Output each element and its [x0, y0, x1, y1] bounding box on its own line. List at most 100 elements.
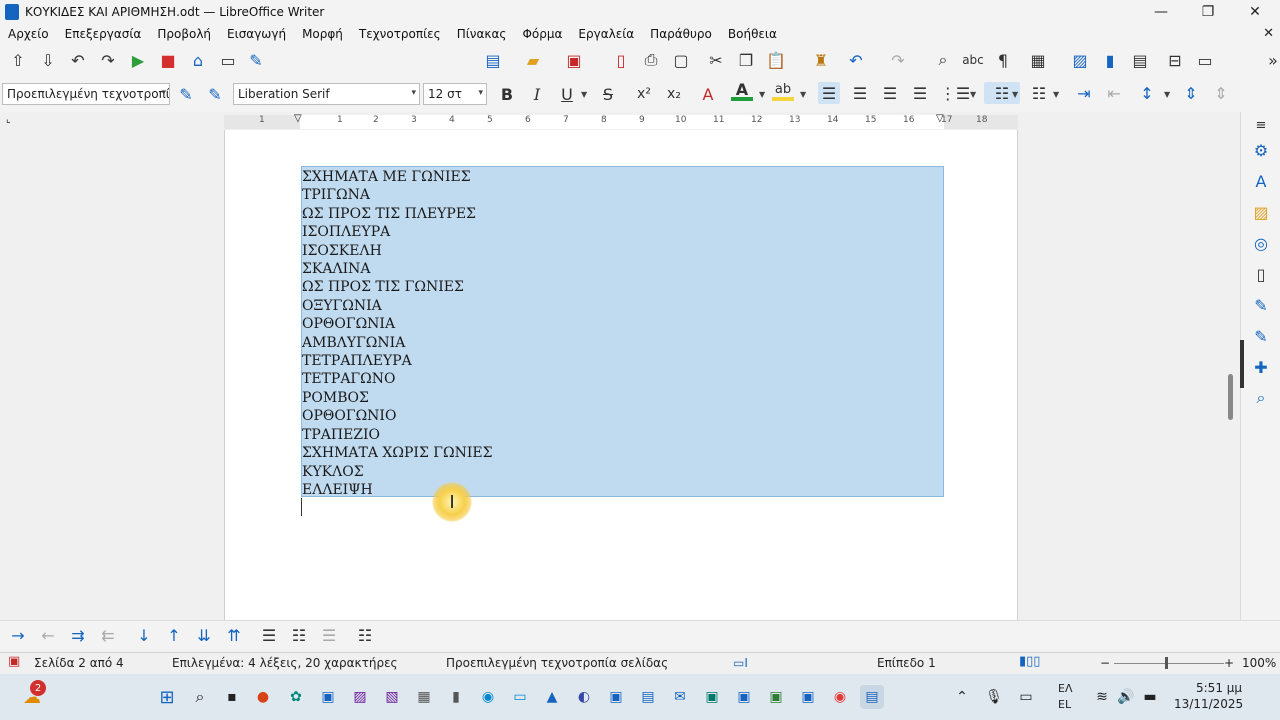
cut-icon[interactable]: ✂ — [705, 49, 727, 71]
demote-with-subpoints-icon[interactable]: ⇉ — [67, 624, 89, 646]
redo-icon[interactable]: ↷ — [97, 49, 119, 71]
app-icon-9[interactable]: ◐ — [572, 685, 596, 709]
wifi-icon[interactable]: ≋ — [1090, 685, 1114, 709]
app-icon-6[interactable]: ▮ — [444, 685, 468, 709]
decrease-paragraph-spacing-icon[interactable]: ⇕ — [1210, 82, 1232, 104]
demote-icon[interactable]: → — [7, 624, 29, 646]
underline-icon[interactable]: U — [556, 83, 578, 105]
arrow-down-icon[interactable]: ⇩ — [37, 49, 59, 71]
update-style-icon[interactable]: ✎ — [175, 83, 197, 105]
volume-icon[interactable]: 🔊 — [1114, 685, 1138, 709]
vertical-scrollbar[interactable] — [1228, 374, 1233, 420]
zoom-slider[interactable] — [1114, 663, 1224, 664]
app-icon-8[interactable]: ▲ — [540, 685, 564, 709]
more-options-icon[interactable]: » — [1262, 49, 1280, 71]
menu-format[interactable]: Μορφή — [302, 27, 343, 41]
image-icon[interactable]: ▨ — [1069, 49, 1091, 71]
start-icon[interactable]: ▶ — [127, 49, 149, 71]
decrease-indent-icon[interactable]: ⇤ — [1103, 82, 1125, 104]
design-icon[interactable]: ✚ — [1250, 356, 1272, 378]
print-icon[interactable]: ⎙ — [640, 49, 662, 71]
redo-action-icon[interactable]: ↷ — [887, 49, 909, 71]
input-language-top[interactable]: ΕΛ — [1058, 682, 1072, 695]
app-icon-4[interactable]: ▨ — [348, 685, 372, 709]
add-to-list-icon[interactable]: ☰ — [318, 624, 340, 646]
libreoffice-writer-icon[interactable]: ▤ — [860, 685, 884, 709]
menu-view[interactable]: Προβολή — [157, 27, 211, 41]
menu-tools[interactable]: Εργαλεία — [578, 27, 634, 41]
properties-icon[interactable]: ⚙ — [1250, 139, 1272, 161]
formatting-marks-icon[interactable]: ¶ — [992, 49, 1014, 71]
sidebar-collapse-handle[interactable] — [1240, 340, 1244, 388]
move-down-with-subpoints-icon[interactable]: ⇊ — [193, 624, 215, 646]
spellcheck-icon[interactable]: ✎ — [245, 49, 267, 71]
menu-styles[interactable]: Τεχνοτροπίες — [359, 27, 441, 41]
clone-format-icon[interactable]: ♜ — [810, 49, 832, 71]
table-icon[interactable]: ▦ — [1027, 49, 1049, 71]
highlight-icon[interactable]: ab — [772, 81, 794, 101]
chart-icon[interactable]: ▮ — [1099, 49, 1121, 71]
clock-date[interactable]: 13/11/2025 — [1174, 697, 1243, 711]
outline-format-icon[interactable]: ☷ — [1028, 82, 1050, 104]
bold-icon[interactable]: B — [496, 83, 518, 105]
close-document-icon[interactable]: ✕ — [1263, 26, 1274, 41]
promote-with-subpoints-icon[interactable]: ⇇ — [97, 624, 119, 646]
align-left-icon[interactable]: ☰ — [818, 82, 840, 104]
move-item-up-icon[interactable]: ↑ — [163, 624, 185, 646]
start-button-icon[interactable]: ⊞ — [155, 685, 179, 709]
app-icon-1[interactable]: ● — [251, 685, 275, 709]
single-page-view-icon[interactable]: ▮▯▯ — [1019, 654, 1040, 669]
indent-marker-icon[interactable]: ▽ — [294, 113, 302, 124]
align-center-icon[interactable]: ☰ — [849, 82, 871, 104]
move-up-with-subpoints-icon[interactable]: ⇈ — [223, 624, 245, 646]
clock-time[interactable]: 5:51 μμ — [1196, 681, 1242, 695]
restore-button[interactable]: ❐ — [1185, 0, 1231, 24]
show-hidden-icons-icon[interactable]: ⌃ — [950, 685, 974, 709]
arrow-up-icon[interactable]: ⇧ — [7, 49, 29, 71]
menu-table[interactable]: Πίνακας — [457, 27, 507, 41]
app-icon-13[interactable]: ▣ — [700, 685, 724, 709]
document-workspace[interactable]: ⌞ 1 1 2 3 4 5 6 7 8 9 10 11 12 13 14 15 … — [0, 112, 1240, 620]
move-item-down-icon[interactable]: ↓ — [133, 624, 155, 646]
undo-icon[interactable]: ↶ — [67, 49, 89, 71]
increase-paragraph-spacing-icon[interactable]: ⇕ — [1180, 82, 1202, 104]
increase-indent-icon[interactable]: ⇥ — [1073, 82, 1095, 104]
line-spacing-icon[interactable]: ↕ — [1136, 82, 1158, 104]
page-count[interactable]: Σελίδα 2 από 4 — [34, 656, 124, 670]
font-name-select[interactable]: Liberation Serif ▾ — [233, 83, 420, 105]
find-replace-icon[interactable]: ⌕ — [932, 49, 954, 71]
export-pdf-icon[interactable]: ▯ — [610, 49, 632, 71]
calculator-icon[interactable]: ▦ — [412, 685, 436, 709]
field-icon[interactable]: ▭ — [1194, 49, 1216, 71]
sidebar-menu-icon[interactable]: ≡ — [1250, 114, 1272, 136]
battery-icon[interactable]: ▬ — [1138, 685, 1162, 709]
paragraph-style-select[interactable]: Προεπιλεγμένη τεχνοτροπί ▾ — [2, 83, 170, 105]
outlook-icon[interactable]: ▣ — [732, 685, 756, 709]
clear-formatting-icon[interactable]: A — [697, 83, 719, 105]
tab-stop-icon[interactable]: ⌞ — [6, 114, 11, 125]
paste-icon[interactable]: 📋 — [765, 49, 787, 71]
find-icon[interactable]: ⌕ — [1250, 387, 1272, 409]
page-break-icon[interactable]: ⊟ — [1164, 49, 1186, 71]
word-icon[interactable]: ▣ — [796, 685, 820, 709]
edge-icon[interactable]: ◉ — [476, 685, 500, 709]
input-language-bottom[interactable]: EL — [1058, 698, 1071, 711]
page-style[interactable]: Προεπιλεγμένη τεχνοτροπία σελίδας — [446, 656, 668, 670]
font-size-select[interactable]: 12 στ ▾ — [423, 83, 487, 105]
save-icon[interactable]: ▣ — [563, 49, 585, 71]
undo-action-icon[interactable]: ↶ — [845, 49, 867, 71]
gallery-icon[interactable]: ▨ — [1250, 201, 1272, 223]
close-button[interactable]: ✕ — [1232, 0, 1278, 24]
document-text[interactable]: ΣΧΗΜΑΤΑ ΜΕ ΓΩΝΙΕΣ ΤΡΙΓΩΝΑ ΩΣ ΠΡΟΣ ΤΙΣ ΠΛ… — [302, 168, 493, 499]
microphone-icon[interactable]: 🎙 — [982, 685, 1006, 709]
print-preview-icon[interactable]: ▢ — [670, 49, 692, 71]
navigator-icon[interactable]: ◎ — [1250, 232, 1272, 254]
app-icon-11[interactable]: ▤ — [636, 685, 660, 709]
restart-numbering-icon[interactable]: ☷ — [288, 624, 310, 646]
home-icon[interactable]: ⌂ — [187, 49, 209, 71]
menu-insert[interactable]: Εισαγωγή — [227, 27, 286, 41]
right-indent-marker-icon[interactable]: ▽ — [936, 113, 944, 124]
app-icon-10[interactable]: ▣ — [604, 685, 628, 709]
app-icon-3[interactable]: ▣ — [316, 685, 340, 709]
strikethrough-icon[interactable]: S — [597, 83, 619, 105]
